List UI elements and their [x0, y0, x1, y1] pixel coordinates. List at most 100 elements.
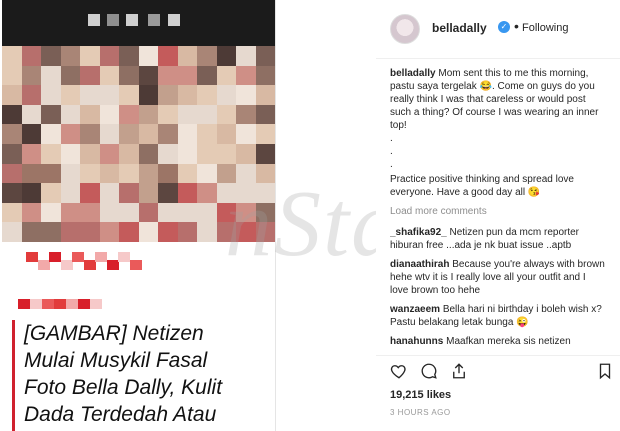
mosaic-tile [41, 124, 61, 145]
mosaic-tile [60, 163, 81, 184]
mosaic-tile [80, 104, 100, 125]
mosaic-tile [21, 163, 42, 184]
mosaic-tile [177, 144, 198, 165]
mosaic-tile [216, 104, 237, 125]
caption-username[interactable]: belladally [390, 68, 436, 79]
mosaic-tile [255, 124, 275, 145]
mosaic-tile [158, 85, 178, 106]
mosaic-tile [197, 46, 217, 67]
mosaic-tile [21, 65, 42, 86]
mosaic-tile [80, 46, 100, 67]
mosaic-tile [138, 65, 159, 86]
mosaic-tile [255, 85, 275, 106]
mosaic-tile [177, 183, 198, 204]
censored-tile [95, 252, 107, 262]
headline-line: Mulai Musykil Fasal [24, 349, 208, 372]
mosaic-tile [2, 65, 22, 86]
bookmark-icon[interactable] [596, 362, 614, 380]
mosaic-tile [177, 222, 198, 242]
mosaic-tile [177, 163, 198, 184]
mosaic-tile [80, 144, 100, 165]
post-actions [376, 355, 620, 386]
censored-tile [78, 299, 90, 309]
mosaic-tile [216, 144, 237, 165]
censored-tile [83, 260, 96, 270]
mosaic-tile [99, 222, 120, 242]
mosaic-tile [119, 183, 139, 204]
mosaic-tile [158, 202, 178, 223]
censored-tile [118, 252, 130, 262]
load-more-comments-link[interactable]: Load more comments [390, 205, 606, 218]
comment-username[interactable]: dianaathirah [390, 259, 449, 270]
mosaic-tile [158, 104, 178, 125]
mosaic-tile [21, 46, 42, 67]
comment-username[interactable]: _shafika92_ [390, 227, 447, 238]
comment-username[interactable]: wanzaeem [390, 304, 440, 315]
mosaic-tile [138, 85, 159, 106]
caption-dot: . [390, 133, 393, 144]
mosaic-tile [236, 104, 256, 125]
username[interactable]: belladally [432, 21, 487, 35]
mosaic-tile [80, 163, 100, 184]
caption-dot: . [390, 159, 393, 170]
mosaic-tile [80, 202, 100, 223]
mosaic-tile [177, 202, 198, 223]
mosaic-tile [41, 222, 61, 242]
mosaic-tile [255, 65, 275, 86]
screenshot-frame: [GAMBAR] Netizen Mulai Musykil Fasal Fot… [0, 0, 620, 431]
mosaic-tile [255, 104, 275, 125]
mosaic-tile [216, 124, 237, 145]
mosaic-tile [60, 202, 81, 223]
headline-accent-bar [12, 320, 15, 431]
mosaic-tile [2, 163, 22, 184]
headline-line: Dada Terdedah Atau [24, 403, 217, 426]
censored-tile [129, 260, 142, 270]
censored-tile [49, 252, 61, 262]
heart-icon[interactable] [390, 362, 408, 380]
caption: belladally Mom sent this to me this morn… [390, 67, 606, 199]
article-headline[interactable]: [GAMBAR] Netizen Mulai Musykil Fasal Fot… [12, 320, 274, 431]
mosaic-tile [138, 46, 159, 67]
share-icon[interactable] [450, 362, 468, 380]
comment-icon[interactable] [420, 362, 438, 380]
mosaic-tile [138, 163, 159, 184]
verified-icon: ✓ [498, 21, 510, 33]
mosaic-tile [99, 124, 120, 145]
mosaic-tile [119, 222, 139, 242]
censored-tile [37, 260, 50, 270]
mosaic-tile [138, 104, 159, 125]
mosaic-tile [2, 46, 22, 67]
mosaic-tile [41, 163, 61, 184]
mosaic-tile [119, 163, 139, 184]
avatar[interactable] [390, 14, 420, 44]
mosaic-tile [158, 65, 178, 86]
mosaic-tile [158, 222, 178, 242]
comment-username[interactable]: hanahunns [390, 336, 443, 347]
mosaic-tile [41, 65, 61, 86]
mosaic-tile [21, 144, 42, 165]
headline-line: Foto Bella Dally, Kulit [24, 376, 223, 399]
mosaic-tile [99, 163, 120, 184]
mosaic-tile [197, 202, 217, 223]
mosaic-tile [99, 85, 120, 106]
following-button[interactable]: Following [522, 22, 568, 34]
mosaic-tile [21, 222, 42, 242]
mosaic-tile [99, 65, 120, 86]
instagram-post-panel: belladally ✓ • Following belladally Mom … [376, 0, 620, 431]
mosaic-tile [177, 124, 198, 145]
mosaic-tile [158, 144, 178, 165]
mosaic-tile [138, 222, 159, 242]
censored-text [168, 14, 180, 26]
mosaic-tile [99, 183, 120, 204]
mosaic-tile [197, 85, 217, 106]
mosaic-tile [138, 124, 159, 145]
mosaic-tile [197, 183, 217, 204]
mosaic-tile [80, 65, 100, 86]
mosaic-tile [80, 222, 100, 242]
mosaic-tile [41, 46, 61, 67]
likes-count[interactable]: 19,215 likes [390, 389, 451, 401]
mosaic-tile [216, 65, 237, 86]
comment: wanzaeem Bella hari ni birthday i boleh … [390, 303, 606, 329]
censored-tile [30, 299, 42, 309]
mosaic-tile [158, 46, 178, 67]
